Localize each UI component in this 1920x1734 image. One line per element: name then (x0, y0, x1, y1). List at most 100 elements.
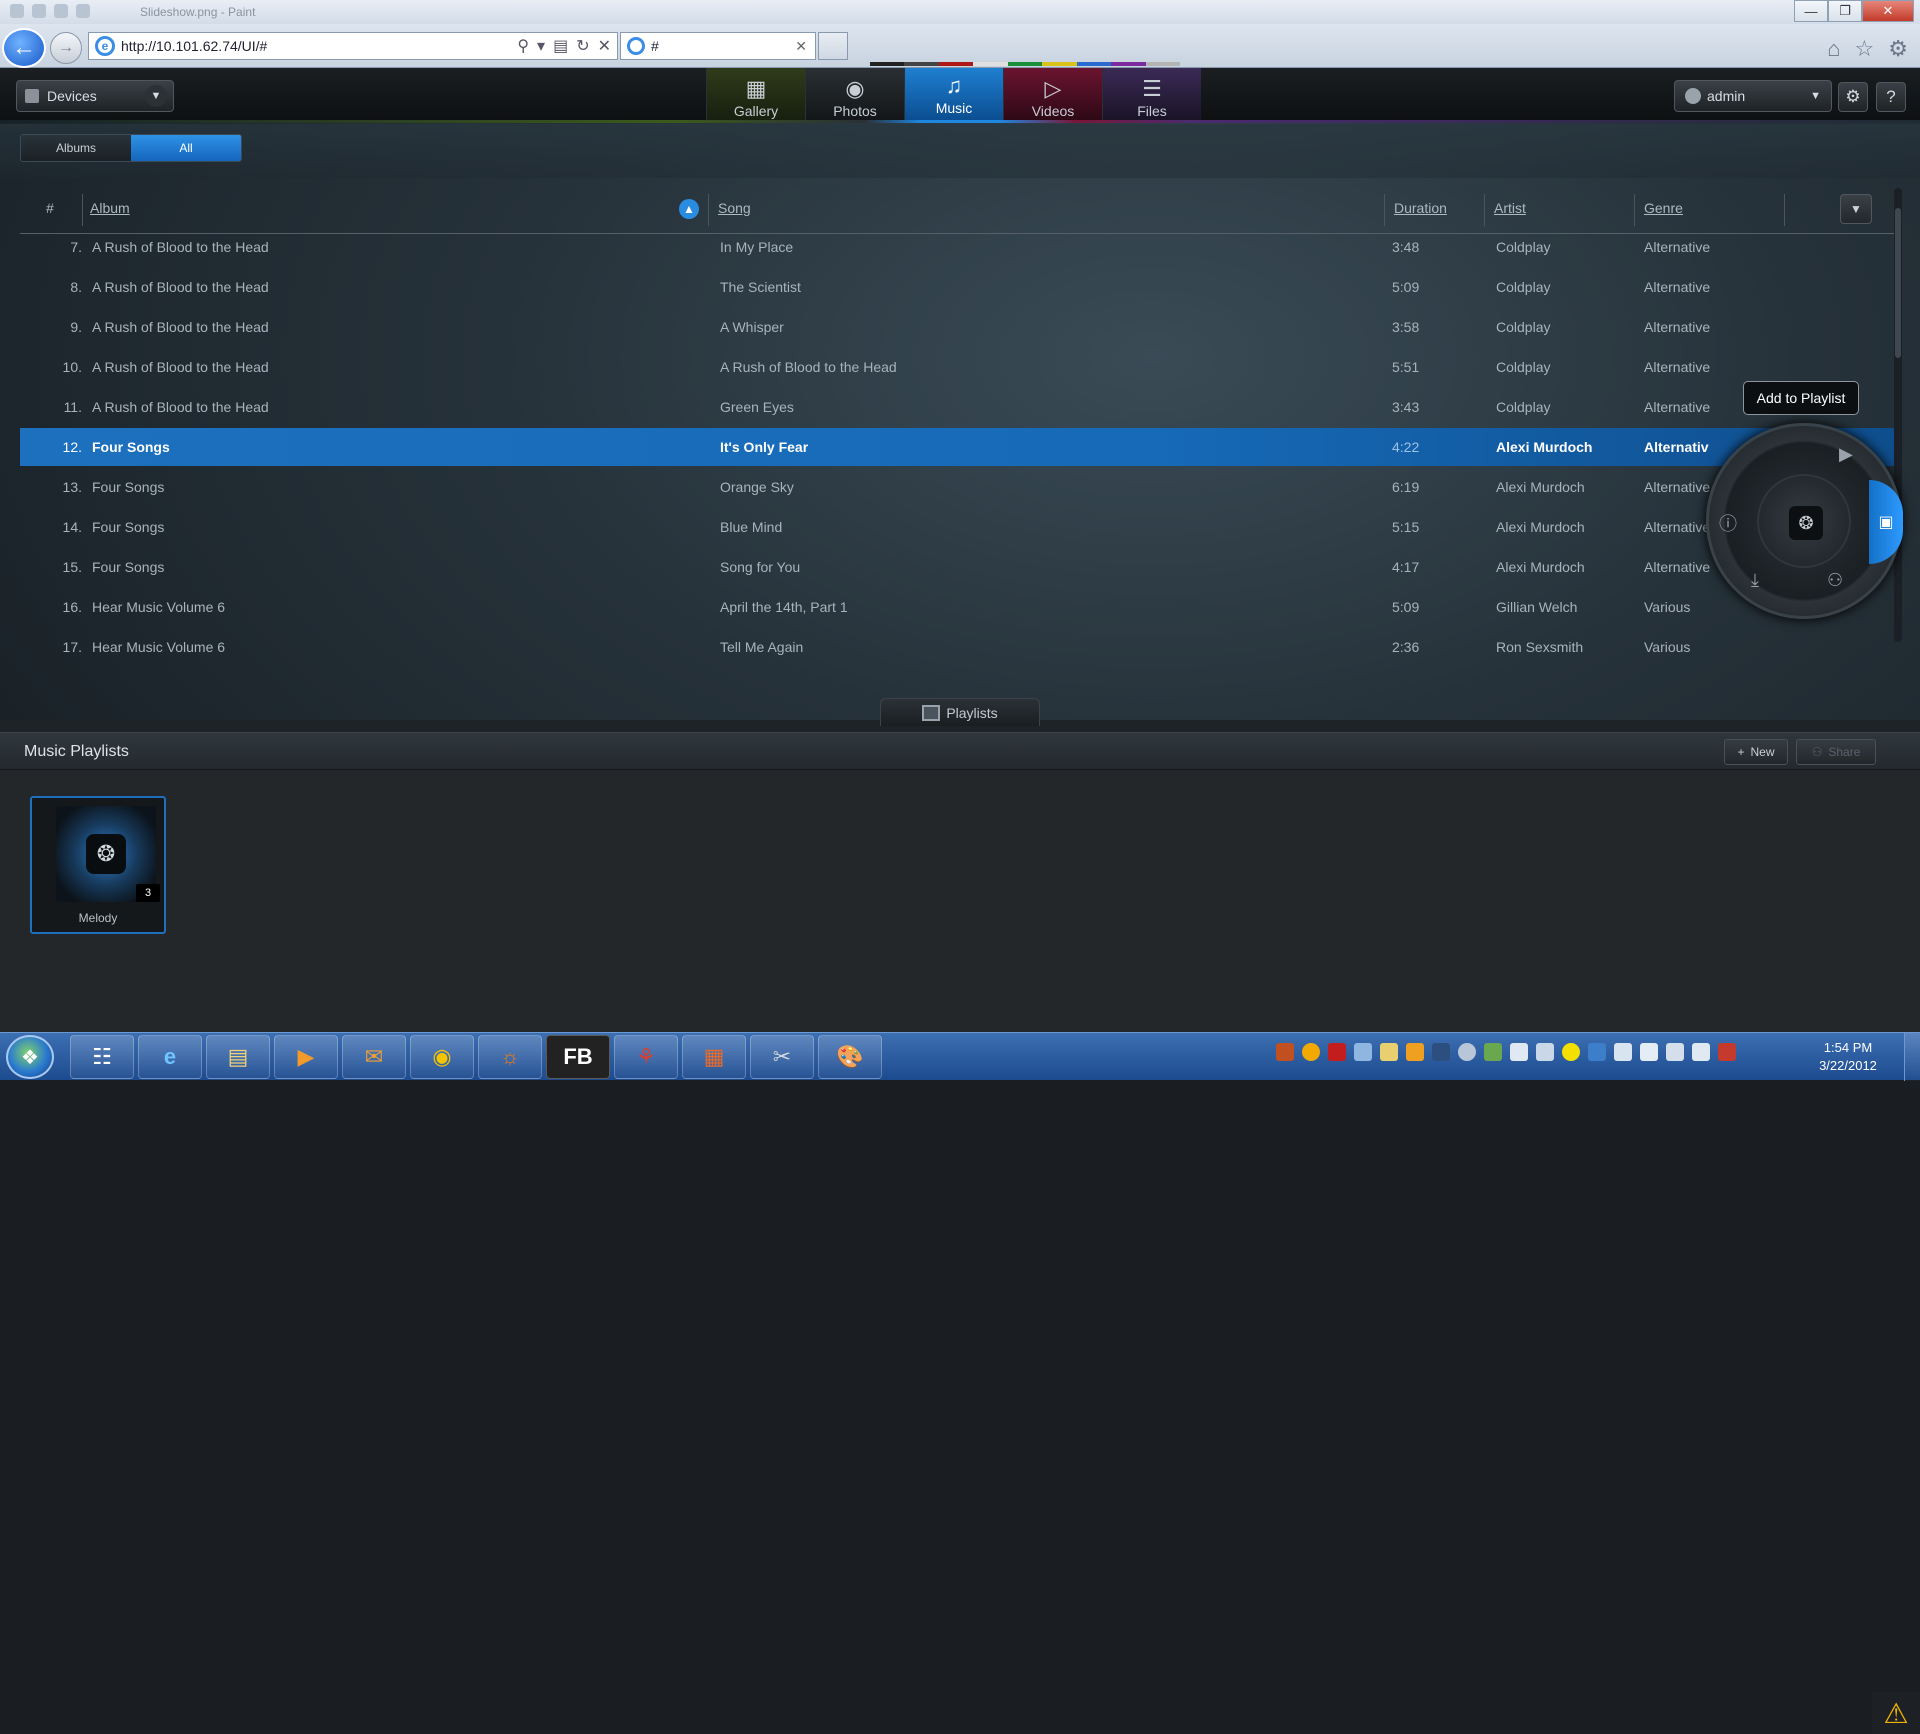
play-icon[interactable]: ▶ (1839, 444, 1853, 465)
table-row[interactable]: 13. Four Songs Orange Sky 6:19 Alexi Murdoch… (20, 468, 1895, 506)
tray-icon[interactable] (1536, 1043, 1554, 1061)
tab-gallery[interactable]: ▦ Gallery (706, 68, 805, 123)
col-album[interactable]: Album (90, 200, 130, 216)
user-dropdown[interactable]: admin ▼ (1674, 80, 1832, 112)
tray-icon[interactable] (1328, 1043, 1346, 1061)
gear-icon[interactable]: ⚙ (1888, 36, 1908, 62)
row-album: Four Songs (92, 559, 165, 575)
table-row[interactable]: 16. Hear Music Volume 6 April the 14th, Pa… (20, 588, 1895, 626)
new-playlist-button[interactable]: + New (1724, 739, 1788, 765)
col-genre[interactable]: Genre (1644, 200, 1683, 216)
maximize-button[interactable]: ❐ (1828, 0, 1862, 22)
ie-taskbar-icon[interactable]: e (138, 1035, 202, 1079)
taskbar-clock[interactable]: 1:54 PM 3/22/2012 (1806, 1039, 1890, 1075)
table-row[interactable]: 17. Hear Music Volume 6 Tell Me Again 2:36 R… (20, 628, 1895, 666)
table-row[interactable]: 10. A Rush of Blood to the Head A Rush of … (20, 348, 1895, 386)
row-album: A Rush of Blood to the Head (92, 279, 269, 295)
volume-icon[interactable] (1692, 1043, 1710, 1061)
browser-tab[interactable]: # ✕ (620, 32, 816, 60)
help-button[interactable]: ? (1876, 82, 1906, 112)
tray-icon[interactable] (1432, 1043, 1450, 1061)
table-scrollbar[interactable] (1894, 188, 1902, 642)
column-menu-button[interactable]: ▼ (1840, 194, 1872, 224)
quick-access-toolbar[interactable] (10, 4, 90, 18)
table-row[interactable]: 8. A Rush of Blood to the Head The Scienti… (20, 268, 1895, 306)
paint-icon[interactable]: 🎨 (818, 1035, 882, 1079)
download-icon[interactable]: ⤓ (1751, 570, 1759, 591)
tray-icon[interactable] (1276, 1043, 1294, 1061)
tray-icon[interactable] (1354, 1043, 1372, 1061)
outlook-icon[interactable]: ✉ (342, 1035, 406, 1079)
tab-files[interactable]: ☰ Files (1102, 68, 1201, 123)
table-row[interactable]: 12. Four Songs It's Only Fear 4:22 Alexi Mur… (20, 428, 1895, 466)
playlist-card[interactable]: ❂ 3 Melody (30, 796, 166, 934)
albums-view-button[interactable]: Albums (21, 135, 131, 161)
table-row[interactable]: 15. Four Songs Song for You 4:17 Alexi Murdo… (20, 548, 1895, 586)
explorer-icon[interactable]: ▤ (206, 1035, 270, 1079)
tray-icon[interactable] (1458, 1043, 1476, 1061)
table-row[interactable]: 7. A Rush of Blood to the Head In My Place… (20, 228, 1895, 266)
star-icon[interactable]: ☆ (1855, 36, 1875, 62)
playlists-toggle-tab[interactable]: Playlists (880, 698, 1040, 726)
snipping-tool-icon[interactable]: ✂ (750, 1035, 814, 1079)
action-center-icon[interactable] (1718, 1043, 1736, 1061)
close-tab-icon[interactable]: ✕ (795, 38, 807, 55)
sort-up-icon[interactable]: ▲ (679, 199, 699, 219)
tray-icon[interactable] (1406, 1043, 1424, 1061)
music-disc-icon[interactable]: ❂ (1789, 506, 1823, 540)
tab-photos[interactable]: ◉ Photos (805, 68, 904, 123)
row-duration: 3:58 (1392, 319, 1420, 335)
search-icon[interactable]: ⚲ (517, 36, 529, 56)
new-tab-button[interactable] (818, 32, 848, 60)
tray-icon[interactable] (1614, 1043, 1632, 1061)
table-row[interactable]: 11. A Rush of Blood to the Head Green Eyes… (20, 388, 1895, 426)
user-label: admin (1707, 88, 1746, 104)
favorites-strip (870, 62, 1180, 66)
bluetooth-icon[interactable] (1510, 1043, 1528, 1061)
video-icon: ▷ (1044, 76, 1062, 101)
network-icon[interactable] (1666, 1043, 1684, 1061)
tray-icon[interactable] (1588, 1043, 1606, 1061)
settings-button[interactable]: ⚙ (1838, 82, 1868, 112)
col-duration[interactable]: Duration (1394, 200, 1447, 216)
tab-videos[interactable]: ▷ Videos (1003, 68, 1102, 123)
warning-icon[interactable]: ⚠ (1872, 1692, 1920, 1734)
minimize-button[interactable]: — (1794, 0, 1828, 22)
devices-dropdown[interactable]: Devices ▼ (16, 80, 174, 112)
table-row[interactable]: 9. A Rush of Blood to the Head A Whisper 3:… (20, 308, 1895, 346)
tray-icon[interactable] (1640, 1043, 1658, 1061)
acrobat-icon[interactable]: ⚘ (614, 1035, 678, 1079)
share-playlist-button[interactable]: ⚇ Share (1796, 739, 1876, 765)
chevron-down-icon[interactable]: ▾ (537, 36, 545, 56)
all-view-button[interactable]: All (131, 135, 241, 161)
network-app-icon[interactable]: ☷ (70, 1035, 134, 1079)
stop-icon[interactable]: ✕ (598, 36, 611, 56)
chrome-icon[interactable]: ◉ (410, 1035, 474, 1079)
refresh-icon[interactable]: ↻ (576, 36, 589, 56)
forward-icon[interactable]: → (50, 32, 82, 64)
address-bar[interactable]: e http://10.101.62.74/UI/# ⚲ ▾ ▤ ↻ ✕ (88, 32, 618, 60)
back-icon[interactable]: ← (2, 28, 46, 68)
flash-builder-icon[interactable]: FB (546, 1035, 610, 1079)
address-url[interactable]: http://10.101.62.74/UI/# (121, 38, 517, 54)
app-icon[interactable]: ▦ (682, 1035, 746, 1079)
home-icon[interactable]: ⌂ (1827, 36, 1840, 62)
table-row[interactable]: 14. Four Songs Blue Mind 5:15 Alexi Murdoch A… (20, 508, 1895, 546)
close-button[interactable]: ✕ (1862, 0, 1914, 22)
tray-icon[interactable] (1484, 1043, 1502, 1061)
tray-icon[interactable] (1302, 1043, 1320, 1061)
firefox-icon[interactable]: ☼ (478, 1035, 542, 1079)
scrollbar-thumb[interactable] (1895, 208, 1901, 358)
start-icon[interactable]: ❖ (6, 1035, 54, 1079)
col-song[interactable]: Song (718, 200, 751, 216)
compat-icon[interactable]: ▤ (553, 36, 568, 56)
radial-action-menu: ▶ ⓘ ⤓ ⚇ ▣ ❂ (1706, 423, 1903, 619)
col-artist[interactable]: Artist (1494, 200, 1526, 216)
share-people-icon[interactable]: ⚇ (1827, 570, 1843, 591)
info-icon[interactable]: ⓘ (1719, 510, 1737, 536)
show-desktop-button[interactable] (1904, 1033, 1920, 1081)
media-player-icon[interactable]: ▶ (274, 1035, 338, 1079)
tray-icon[interactable] (1380, 1043, 1398, 1061)
tray-icon[interactable] (1562, 1043, 1580, 1061)
tab-music[interactable]: ♫ Music (904, 68, 1003, 123)
